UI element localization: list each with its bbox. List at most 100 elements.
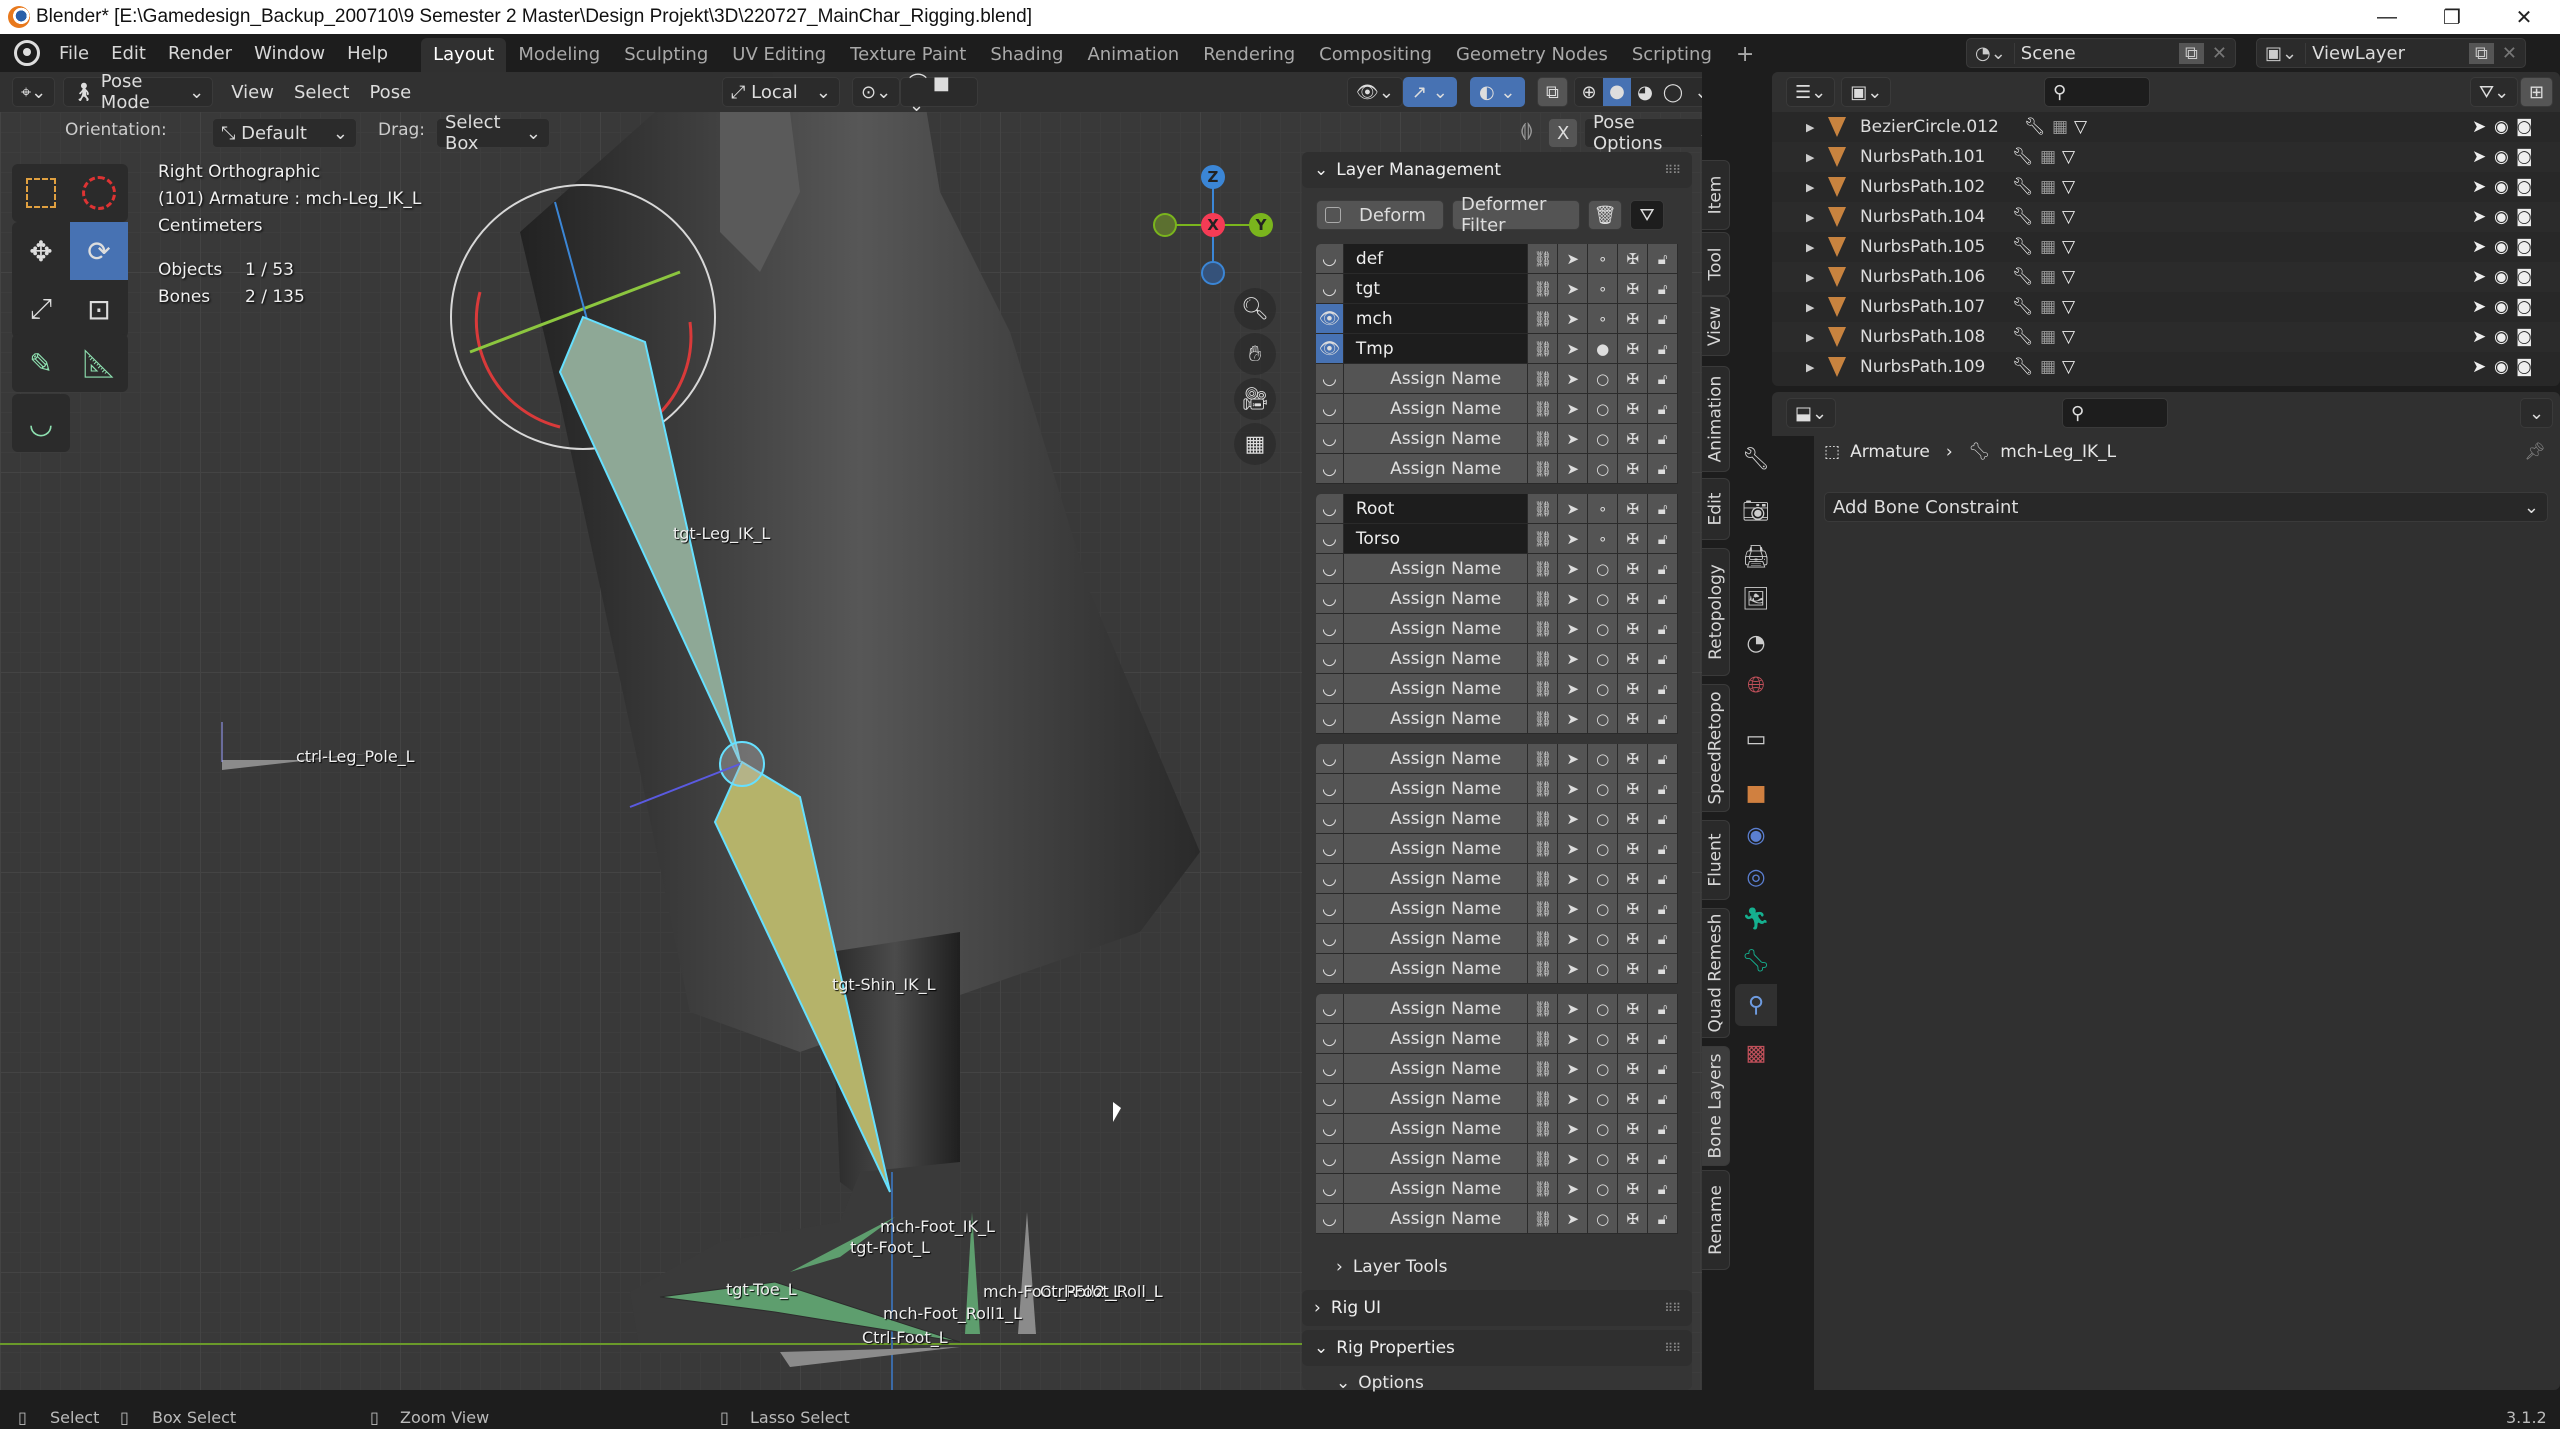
bone-group-icon[interactable]: ✠ — [1618, 394, 1649, 424]
material-preview-icon[interactable]: ◕ — [1631, 82, 1659, 103]
layer-circle-icon[interactable]: ○ — [1588, 424, 1619, 454]
layer-circle-icon[interactable]: ○ — [1588, 454, 1619, 484]
properties-search-input[interactable]: ⚲ — [2062, 398, 2168, 428]
bone-group-icon[interactable]: ✠ — [1618, 704, 1649, 734]
lock-icon[interactable]: 🔓︎ — [1648, 364, 1678, 394]
render-camera-icon[interactable]: ◙ — [2516, 237, 2533, 257]
select-arrow-icon[interactable]: ➤ — [1558, 704, 1589, 734]
lock-icon[interactable]: 🔓︎ — [1648, 894, 1678, 924]
eye-open-icon[interactable]: 👁︎ — [1316, 334, 1344, 364]
outliner-search-input[interactable]: ⚲ — [2044, 77, 2150, 107]
lock-icon[interactable]: 🔓︎ — [1648, 524, 1679, 554]
drag-grip-icon[interactable]: ⠿⠿ — [1664, 1341, 1681, 1355]
orthographic-grid-icon[interactable]: ▦ — [1234, 423, 1276, 465]
select-arrow-icon[interactable]: ➤ — [1558, 394, 1589, 424]
blender-menu-icon[interactable] — [14, 40, 40, 66]
view-layer-selector[interactable]: ▣⌄ ViewLayer ⧉ ✕ — [2256, 38, 2526, 68]
outliner-row[interactable]: ▶ BezierCircle.012 🔧︎ ▦ ▽ ➤ ◉ ◙ — [1772, 112, 2560, 142]
menu-help[interactable]: Help — [336, 43, 399, 64]
options-subpanel-header[interactable]: ⌄ Options — [1302, 1366, 1692, 1400]
eye-closed-icon[interactable]: ◡ — [1316, 644, 1344, 674]
geometry-nodes-icon[interactable]: ▦ — [2040, 297, 2056, 317]
lock-icon[interactable]: 🔓︎ — [1648, 1174, 1678, 1204]
menu-render[interactable]: Render — [157, 43, 243, 64]
select-arrow-icon[interactable]: ➤ — [1558, 894, 1589, 924]
bone-group-icon[interactable]: ✠ — [1618, 274, 1649, 304]
gizmo-neg-y-axis[interactable] — [1153, 213, 1177, 237]
shading-options-chevron-icon[interactable]: ⌄ — [1687, 82, 1702, 103]
scene-name[interactable]: Scene — [2013, 42, 2179, 64]
menu-file[interactable]: File — [48, 43, 100, 64]
bone-layer-name-field[interactable]: Assign Name — [1343, 454, 1529, 484]
bone-group-icon[interactable]: ✠ — [1618, 954, 1649, 984]
outliner-row[interactable]: ▶ NurbsPath.108 🔧︎ ▦ ▽ ➤ ◉ ◙ — [1772, 322, 2560, 352]
render-camera-icon[interactable]: ◙ — [2516, 147, 2533, 167]
bone-group-icon[interactable]: ✠ — [1618, 744, 1649, 774]
modifier-wrench-icon[interactable]: 🔧︎ — [2012, 207, 2034, 227]
eye-closed-icon[interactable]: ◡ — [1316, 454, 1344, 484]
bone-group-icon[interactable]: ✠ — [1618, 304, 1649, 334]
workspace-tab-compositing[interactable]: Compositing — [1307, 38, 1444, 72]
select-arrow-icon[interactable]: ➤ — [1558, 804, 1589, 834]
selectable-arrow-icon[interactable]: ➤ — [2472, 357, 2486, 377]
curve-data-icon[interactable]: ▽ — [2062, 327, 2075, 347]
new-scene-icon[interactable]: ⧉ — [2179, 42, 2204, 64]
bone-group-icon[interactable]: ✠ — [1618, 454, 1649, 484]
render-camera-icon[interactable]: ◙ — [2516, 267, 2533, 287]
lock-icon[interactable]: 🔓︎ — [1648, 494, 1679, 524]
bone-layer-name-field[interactable]: Assign Name — [1343, 994, 1529, 1024]
transform-tool-icon[interactable]: ⊡ — [70, 280, 128, 338]
bone-layer-name-field[interactable]: Tmp — [1343, 334, 1529, 364]
bone-group-icon[interactable]: ✠ — [1618, 774, 1649, 804]
layer-circle-icon[interactable]: ○ — [1588, 1204, 1619, 1234]
select-arrow-icon[interactable]: ➤ — [1558, 494, 1589, 524]
lock-icon[interactable]: 🔓︎ — [1648, 864, 1678, 894]
modifier-wrench-icon[interactable]: 🔧︎ — [2012, 327, 2034, 347]
add-workspace-button[interactable]: + — [1724, 38, 1766, 72]
render-camera-icon[interactable]: ◙ — [2516, 207, 2533, 227]
link-icon[interactable]: ⛓ — [1528, 614, 1559, 644]
view-layer-name[interactable]: ViewLayer — [2305, 42, 2469, 64]
bone-group-icon[interactable]: ✠ — [1618, 584, 1649, 614]
eye-closed-icon[interactable]: ◡ — [1316, 994, 1344, 1024]
layer-dot-icon[interactable]: ∘ — [1588, 244, 1619, 274]
bone-layer-name-field[interactable]: Assign Name — [1343, 804, 1529, 834]
link-icon[interactable]: ⛓ — [1528, 744, 1559, 774]
bone-group-icon[interactable]: ✠ — [1618, 994, 1649, 1024]
object-properties-tab-icon[interactable]: ■ — [1735, 772, 1777, 814]
bone-layer-name-field[interactable]: Assign Name — [1343, 1024, 1529, 1054]
layer-circle-icon[interactable]: ○ — [1588, 394, 1619, 424]
link-icon[interactable]: ⛓ — [1528, 1174, 1559, 1204]
expand-triangle-icon[interactable]: ▶ — [1806, 301, 1814, 314]
workspace-tab-scripting[interactable]: Scripting — [1620, 38, 1724, 72]
outliner-row[interactable]: ▶ NurbsPath.102 🔧︎ ▦ ▽ ➤ ◉ ◙ — [1772, 172, 2560, 202]
select-arrow-icon[interactable]: ➤ — [1558, 334, 1589, 364]
select-arrow-icon[interactable]: ➤ — [1558, 424, 1589, 454]
eye-closed-icon[interactable]: ◡ — [1316, 834, 1344, 864]
sidebar-tab-item[interactable]: Item — [1702, 160, 1730, 230]
lock-icon[interactable]: 🔓︎ — [1648, 304, 1679, 334]
zoom-view-icon[interactable]: 🔍︎ — [1234, 288, 1276, 330]
modifier-wrench-icon[interactable]: 🔧︎ — [2024, 117, 2046, 137]
view-layer-properties-tab-icon[interactable]: 🖼︎ — [1735, 578, 1777, 620]
bone-layer-name-field[interactable]: Assign Name — [1343, 1054, 1529, 1084]
layer-circle-icon[interactable]: ○ — [1588, 924, 1619, 954]
lock-icon[interactable]: 🔓︎ — [1648, 454, 1678, 484]
layer-circle-icon[interactable]: ○ — [1588, 704, 1619, 734]
visibility-eye-icon[interactable]: ◉ — [2494, 357, 2509, 377]
bone-layer-name-field[interactable]: Assign Name — [1343, 1204, 1529, 1234]
sidebar-tab-edit[interactable]: Edit — [1702, 478, 1730, 540]
select-box-tool-icon[interactable] — [12, 164, 70, 222]
modifier-wrench-icon[interactable]: 🔧︎ — [2012, 357, 2034, 377]
selectable-arrow-icon[interactable]: ➤ — [2472, 207, 2486, 227]
layer-circle-icon[interactable]: ○ — [1588, 744, 1619, 774]
workspace-tab-rendering[interactable]: Rendering — [1191, 38, 1307, 72]
lock-icon[interactable]: 🔓︎ — [1648, 334, 1679, 364]
select-arrow-icon[interactable]: ➤ — [1558, 274, 1589, 304]
pin-icon[interactable]: 📌︎ — [2524, 442, 2546, 462]
bone-layer-name-field[interactable]: Assign Name — [1343, 774, 1529, 804]
workspace-tab-animation[interactable]: Animation — [1075, 38, 1191, 72]
lock-icon[interactable]: 🔓︎ — [1648, 1084, 1678, 1114]
modifier-wrench-icon[interactable]: 🔧︎ — [2012, 237, 2034, 257]
layer-circle-icon[interactable]: ○ — [1588, 1144, 1619, 1174]
